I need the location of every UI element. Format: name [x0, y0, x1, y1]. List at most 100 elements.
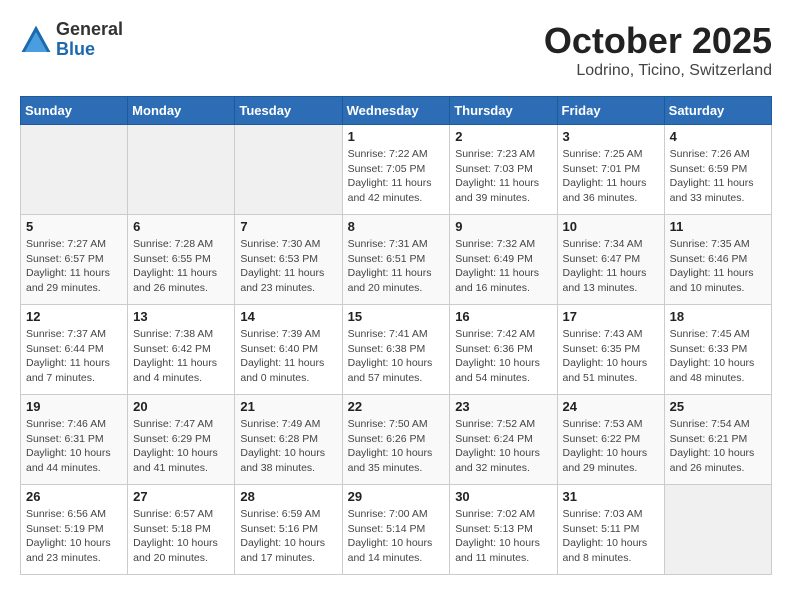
day-info: Sunrise: 7:32 AMSunset: 6:49 PMDaylight:… [455, 237, 551, 296]
day-info: Sunrise: 7:45 AMSunset: 6:33 PMDaylight:… [670, 327, 766, 386]
header-monday: Monday [128, 97, 235, 125]
day-number: 19 [26, 399, 122, 414]
day-info: Sunrise: 7:35 AMSunset: 6:46 PMDaylight:… [670, 237, 766, 296]
day-info: Sunrise: 7:26 AMSunset: 6:59 PMDaylight:… [670, 147, 766, 206]
day-info: Sunrise: 7:34 AMSunset: 6:47 PMDaylight:… [563, 237, 659, 296]
day-info: Sunrise: 7:50 AMSunset: 6:26 PMDaylight:… [348, 417, 445, 476]
header-sunday: Sunday [21, 97, 128, 125]
table-row: 27 Sunrise: 6:57 AMSunset: 5:18 PMDayligh… [128, 485, 235, 575]
table-row: 13 Sunrise: 7:38 AMSunset: 6:42 PMDayligh… [128, 305, 235, 395]
day-number: 25 [670, 399, 766, 414]
table-row [128, 125, 235, 215]
header-tuesday: Tuesday [235, 97, 342, 125]
day-info: Sunrise: 7:25 AMSunset: 7:01 PMDaylight:… [563, 147, 659, 206]
day-number: 10 [563, 219, 659, 234]
weekday-header-row: Sunday Monday Tuesday Wednesday Thursday… [21, 97, 772, 125]
calendar-week-row: 12Sunrise: 7:37 AMSunset: 6:44 PMDayligh… [21, 305, 772, 395]
day-info: Sunrise: 7:31 AMSunset: 6:51 PMDaylight:… [348, 237, 445, 296]
day-number: 1 [348, 129, 445, 144]
day-info: Sunrise: 7:42 AMSunset: 6:36 PMDaylight:… [455, 327, 551, 386]
page-header: General Blue October 2025 Lodrino, Ticin… [20, 20, 772, 80]
day-number: 23 [455, 399, 551, 414]
day-number: 11 [670, 219, 766, 234]
calendar-week-row: 19 Sunrise: 7:46 AMSunset: 6:31 PMDayligh… [21, 395, 772, 485]
day-info: Sunrise: 7:46 AMSunset: 6:31 PMDaylight:… [26, 417, 122, 476]
calendar-week-row: 26 Sunrise: 6:56 AMSunset: 5:19 PMDayligh… [21, 485, 772, 575]
day-info: Sunrise: 7:49 AMSunset: 6:28 PMDaylight:… [240, 417, 336, 476]
table-row: 5 Sunrise: 7:27 AMSunset: 6:57 PMDaylight… [21, 215, 128, 305]
day-number: 17 [563, 309, 659, 324]
table-row: 10 Sunrise: 7:34 AMSunset: 6:47 PMDayligh… [557, 215, 664, 305]
table-row: 18 Sunrise: 7:45 AMSunset: 6:33 PMDayligh… [664, 305, 771, 395]
table-row: 2 Sunrise: 7:23 AMSunset: 7:03 PMDaylight… [450, 125, 557, 215]
table-row: 16Sunrise: 7:42 AMSunset: 6:36 PMDayligh… [450, 305, 557, 395]
day-info: Sunrise: 7:43 AMSunset: 6:35 PMDaylight:… [563, 327, 659, 386]
table-row: 12Sunrise: 7:37 AMSunset: 6:44 PMDayligh… [21, 305, 128, 395]
day-number: 6 [133, 219, 229, 234]
table-row: 21 Sunrise: 7:49 AMSunset: 6:28 PMDayligh… [235, 395, 342, 485]
day-info: Sunrise: 7:39 AMSunset: 6:40 PMDaylight:… [240, 327, 336, 386]
calendar-week-row: 5 Sunrise: 7:27 AMSunset: 6:57 PMDaylight… [21, 215, 772, 305]
day-info: Sunrise: 7:41 AMSunset: 6:38 PMDaylight:… [348, 327, 445, 386]
table-row: 26 Sunrise: 6:56 AMSunset: 5:19 PMDayligh… [21, 485, 128, 575]
day-number: 12 [26, 309, 122, 324]
table-row: 25 Sunrise: 7:54 AMSunset: 6:21 PMDayligh… [664, 395, 771, 485]
day-number: 14 [240, 309, 336, 324]
day-info: Sunrise: 7:23 AMSunset: 7:03 PMDaylight:… [455, 147, 551, 206]
table-row: 23 Sunrise: 7:52 AMSunset: 6:24 PMDayligh… [450, 395, 557, 485]
table-row: 22 Sunrise: 7:50 AMSunset: 6:26 PMDayligh… [342, 395, 450, 485]
table-row: 3 Sunrise: 7:25 AMSunset: 7:01 PMDaylight… [557, 125, 664, 215]
day-info: Sunrise: 7:54 AMSunset: 6:21 PMDaylight:… [670, 417, 766, 476]
day-number: 5 [26, 219, 122, 234]
day-number: 18 [670, 309, 766, 324]
day-info: Sunrise: 6:57 AMSunset: 5:18 PMDaylight:… [133, 507, 229, 566]
day-number: 21 [240, 399, 336, 414]
table-row: 8Sunrise: 7:31 AMSunset: 6:51 PMDaylight… [342, 215, 450, 305]
table-row: 20Sunrise: 7:47 AMSunset: 6:29 PMDayligh… [128, 395, 235, 485]
calendar-week-row: 1Sunrise: 7:22 AMSunset: 7:05 PMDaylight… [21, 125, 772, 215]
day-info: Sunrise: 7:30 AMSunset: 6:53 PMDaylight:… [240, 237, 336, 296]
logo-text: General Blue [56, 20, 123, 60]
table-row: 15 Sunrise: 7:41 AMSunset: 6:38 PMDayligh… [342, 305, 450, 395]
header-saturday: Saturday [664, 97, 771, 125]
table-row: 11 Sunrise: 7:35 AMSunset: 6:46 PMDayligh… [664, 215, 771, 305]
header-friday: Friday [557, 97, 664, 125]
logo-general: General [56, 20, 123, 40]
title-block: October 2025 Lodrino, Ticino, Switzerlan… [544, 20, 772, 80]
header-wednesday: Wednesday [342, 97, 450, 125]
table-row: 9 Sunrise: 7:32 AMSunset: 6:49 PMDaylight… [450, 215, 557, 305]
day-info: Sunrise: 7:53 AMSunset: 6:22 PMDaylight:… [563, 417, 659, 476]
day-number: 29 [348, 489, 445, 504]
day-number: 9 [455, 219, 551, 234]
table-row: 19 Sunrise: 7:46 AMSunset: 6:31 PMDayligh… [21, 395, 128, 485]
day-number: 26 [26, 489, 122, 504]
day-number: 31 [563, 489, 659, 504]
calendar-table: Sunday Monday Tuesday Wednesday Thursday… [20, 96, 772, 575]
calendar-title: October 2025 [544, 20, 772, 62]
day-info: Sunrise: 7:28 AMSunset: 6:55 PMDaylight:… [133, 237, 229, 296]
day-number: 22 [348, 399, 445, 414]
table-row [21, 125, 128, 215]
header-thursday: Thursday [450, 97, 557, 125]
day-info: Sunrise: 6:59 AMSunset: 5:16 PMDaylight:… [240, 507, 336, 566]
table-row: 29 Sunrise: 7:00 AMSunset: 5:14 PMDayligh… [342, 485, 450, 575]
day-info: Sunrise: 7:38 AMSunset: 6:42 PMDaylight:… [133, 327, 229, 386]
day-number: 13 [133, 309, 229, 324]
table-row: 28 Sunrise: 6:59 AMSunset: 5:16 PMDayligh… [235, 485, 342, 575]
logo: General Blue [20, 20, 123, 60]
table-row: 6 Sunrise: 7:28 AMSunset: 6:55 PMDaylight… [128, 215, 235, 305]
day-number: 28 [240, 489, 336, 504]
table-row: 7Sunrise: 7:30 AMSunset: 6:53 PMDaylight… [235, 215, 342, 305]
day-number: 3 [563, 129, 659, 144]
logo-icon [20, 24, 52, 56]
table-row: 24Sunrise: 7:53 AMSunset: 6:22 PMDayligh… [557, 395, 664, 485]
day-info: Sunrise: 7:02 AMSunset: 5:13 PMDaylight:… [455, 507, 551, 566]
table-row: 17 Sunrise: 7:43 AMSunset: 6:35 PMDayligh… [557, 305, 664, 395]
day-number: 15 [348, 309, 445, 324]
day-info: Sunrise: 7:27 AMSunset: 6:57 PMDaylight:… [26, 237, 122, 296]
day-info: Sunrise: 7:52 AMSunset: 6:24 PMDaylight:… [455, 417, 551, 476]
day-number: 2 [455, 129, 551, 144]
day-info: Sunrise: 6:56 AMSunset: 5:19 PMDaylight:… [26, 507, 122, 566]
day-number: 27 [133, 489, 229, 504]
day-info: Sunrise: 7:00 AMSunset: 5:14 PMDaylight:… [348, 507, 445, 566]
